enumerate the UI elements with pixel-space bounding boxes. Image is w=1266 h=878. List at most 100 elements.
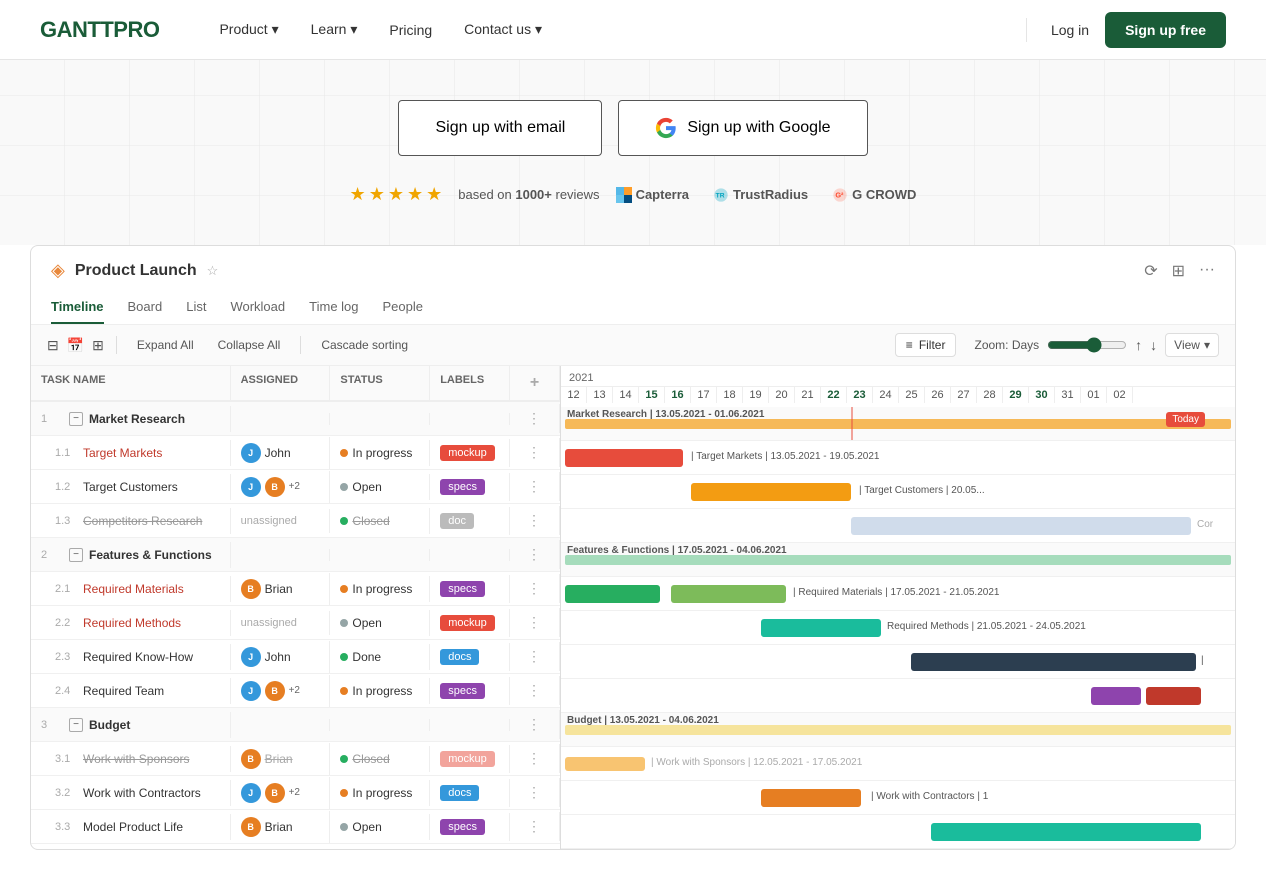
gantt-container: Task name Assigned Status Labels + 1 − M… [31,366,1235,849]
label-badge: docs [440,785,479,801]
label-badge: docs [440,649,479,665]
gantt-toolbar: ⊟ 📅 ⊞ Expand All Collapse All Cascade so… [31,325,1235,366]
status-dot [340,789,348,797]
row-actions[interactable]: ⋮ [510,744,560,773]
task-link[interactable]: Required Methods [83,616,181,630]
date-cell: 14 [613,387,639,403]
avatar: J [241,681,261,701]
status-cell: Open [330,610,430,636]
row-actions[interactable]: ⋮ [510,472,560,501]
row-actions[interactable]: ⋮ [510,438,560,467]
today-line [851,407,853,440]
history-icon[interactable]: ⟳ [1144,261,1157,281]
task-name-cell: 1.1 Target Markets [31,440,231,466]
date-cell: 20 [769,387,795,403]
table-row: 1.1 Target Markets J John In progress mo… [31,436,560,470]
status-cell [330,549,430,561]
nav-product[interactable]: Product ▾ [219,21,278,38]
widget-title-row: ◈ Product Launch ☆ ⟳ ⊞ ··· [51,260,1215,291]
label-badge: specs [440,479,485,495]
table-row: 3.1 Work with Sponsors B Brian Closed mo… [31,742,560,776]
signup-button[interactable]: Sign up free [1105,12,1226,48]
tab-people[interactable]: People [383,291,423,324]
expand-all-button[interactable]: Expand All [129,334,202,356]
export-icon[interactable]: ↑ [1135,337,1142,353]
gantt-rows: Today Market Research | 13.05.2021 - 01.… [561,407,1235,849]
row-actions[interactable]: ⋮ [510,540,560,569]
date-cell: 21 [795,387,821,403]
row-actions[interactable]: ⋮ [510,676,560,705]
task-name-label: Work with Sponsors [83,752,189,766]
login-button[interactable]: Log in [1051,22,1089,38]
avatar: J [241,477,261,497]
signup-google-button[interactable]: Sign up with Google [618,100,867,156]
trustradius-logo: TR TrustRadius [713,187,808,203]
table-row: 1.2 Target Customers J B +2 Open specs ⋮ [31,470,560,504]
row-actions[interactable]: ⋮ [510,710,560,739]
row-number: 2 [41,549,65,561]
avatar: J [241,783,261,803]
status-cell [330,413,430,425]
task-name-label: Market Research [89,412,185,426]
task-name-label: Target Customers [83,480,178,494]
collapse-all-button[interactable]: Collapse All [210,334,289,356]
task-link[interactable]: Target Markets [83,446,162,460]
status-cell: Closed [330,746,430,772]
toolbar-icon-1[interactable]: ⊟ [47,337,59,354]
row-actions[interactable]: ⋮ [510,404,560,433]
row-actions[interactable]: ⋮ [510,812,560,841]
row-actions[interactable]: ⋮ [510,608,560,637]
bar-req-methods [761,619,881,637]
avatar: B [241,749,261,769]
nav-learn[interactable]: Learn ▾ [311,21,358,38]
nav-contact[interactable]: Contact us ▾ [464,21,542,38]
bar-target-customers [691,483,851,501]
star-4: ★ [407,184,423,205]
tab-board[interactable]: Board [128,291,163,324]
import-icon[interactable]: ↓ [1150,337,1157,353]
star-2: ★ [369,184,385,205]
task-table-header: Task name Assigned Status Labels + [31,366,560,402]
more-icon[interactable]: ··· [1199,261,1215,281]
tab-list[interactable]: List [186,291,206,324]
widget-header: ◈ Product Launch ☆ ⟳ ⊞ ··· Timeline Boar… [31,246,1235,325]
status-dot [340,823,348,831]
toolbar-icon-3[interactable]: ⊞ [92,337,104,354]
nav-pricing[interactable]: Pricing [389,22,432,38]
table-row: 1 − Market Research ⋮ [31,402,560,436]
collapse-button[interactable]: − [69,548,83,562]
labels-cell: mockup [430,745,510,773]
filter-button[interactable]: ≡ Filter [895,333,957,357]
col-header-add[interactable]: + [510,366,560,400]
collapse-button[interactable]: − [69,718,83,732]
favorite-icon[interactable]: ☆ [207,263,219,279]
tab-timeline[interactable]: Timeline [51,291,104,324]
row-actions[interactable]: ⋮ [510,642,560,671]
bar-req-materials-2 [671,585,786,603]
assigned-cell: J B +2 [231,471,331,503]
collapse-button[interactable]: − [69,412,83,426]
date-cell: 17 [691,387,717,403]
task-name-cell: 1.2 Target Customers [31,474,231,500]
view-button[interactable]: View ▾ [1165,333,1219,357]
tab-timelog[interactable]: Time log [309,291,358,324]
task-name-cell: 2.3 Required Know-How [31,644,231,670]
date-cell: 28 [977,387,1003,403]
row-actions[interactable]: ⋮ [510,574,560,603]
row-number: 3.2 [55,787,79,799]
row-actions[interactable]: ⋮ [510,506,560,535]
cascade-sorting-button[interactable]: Cascade sorting [313,334,416,356]
labels-cell: doc [430,507,510,535]
capterra-icon [616,187,632,203]
date-cell: 12 [561,387,587,403]
date-cell: 13 [587,387,613,403]
signup-email-button[interactable]: Sign up with email [398,100,602,156]
tab-workload[interactable]: Workload [230,291,285,324]
row-actions[interactable]: ⋮ [510,778,560,807]
toolbar-icon-2[interactable]: 📅 [67,337,84,354]
zoom-slider[interactable] [1047,337,1127,353]
settings-icon[interactable]: ⊞ [1172,261,1185,281]
status-dot [340,619,348,627]
filter-icon: ≡ [906,338,913,352]
task-link[interactable]: Required Materials [83,582,184,596]
